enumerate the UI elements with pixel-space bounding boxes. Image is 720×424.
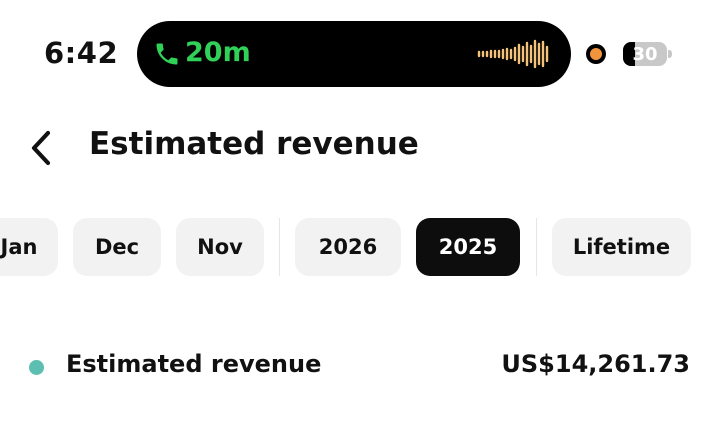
filter-chip-dec[interactable]: Dec	[73, 218, 161, 276]
battery-level: 30	[632, 44, 658, 65]
filter-divider	[279, 218, 280, 276]
status-time: 6:42	[44, 36, 119, 70]
metric-label: Estimated revenue	[66, 350, 322, 378]
dynamic-island[interactable]: 20m	[137, 21, 571, 87]
filter-chip-lifetime[interactable]: Lifetime	[552, 218, 691, 276]
back-button[interactable]	[26, 128, 60, 168]
filter-chip-2025[interactable]: 2025	[416, 218, 520, 276]
metric-value: US$14,261.73	[501, 350, 690, 378]
chevron-left-icon	[31, 130, 51, 166]
call-duration: 20m	[185, 37, 251, 68]
legend-dot	[29, 360, 44, 375]
filter-chip-nov[interactable]: Nov	[176, 218, 264, 276]
battery-cap	[668, 50, 672, 58]
filter-chip-jan[interactable]: Jan	[0, 218, 58, 276]
phone-icon	[156, 43, 178, 65]
page-title: Estimated revenue	[89, 126, 419, 162]
battery-icon: 30	[623, 42, 667, 66]
audio-waveform-icon	[477, 39, 549, 69]
recording-indicator-icon	[586, 44, 606, 64]
filter-chip-2026[interactable]: 2026	[295, 218, 401, 276]
filter-divider	[536, 218, 537, 276]
